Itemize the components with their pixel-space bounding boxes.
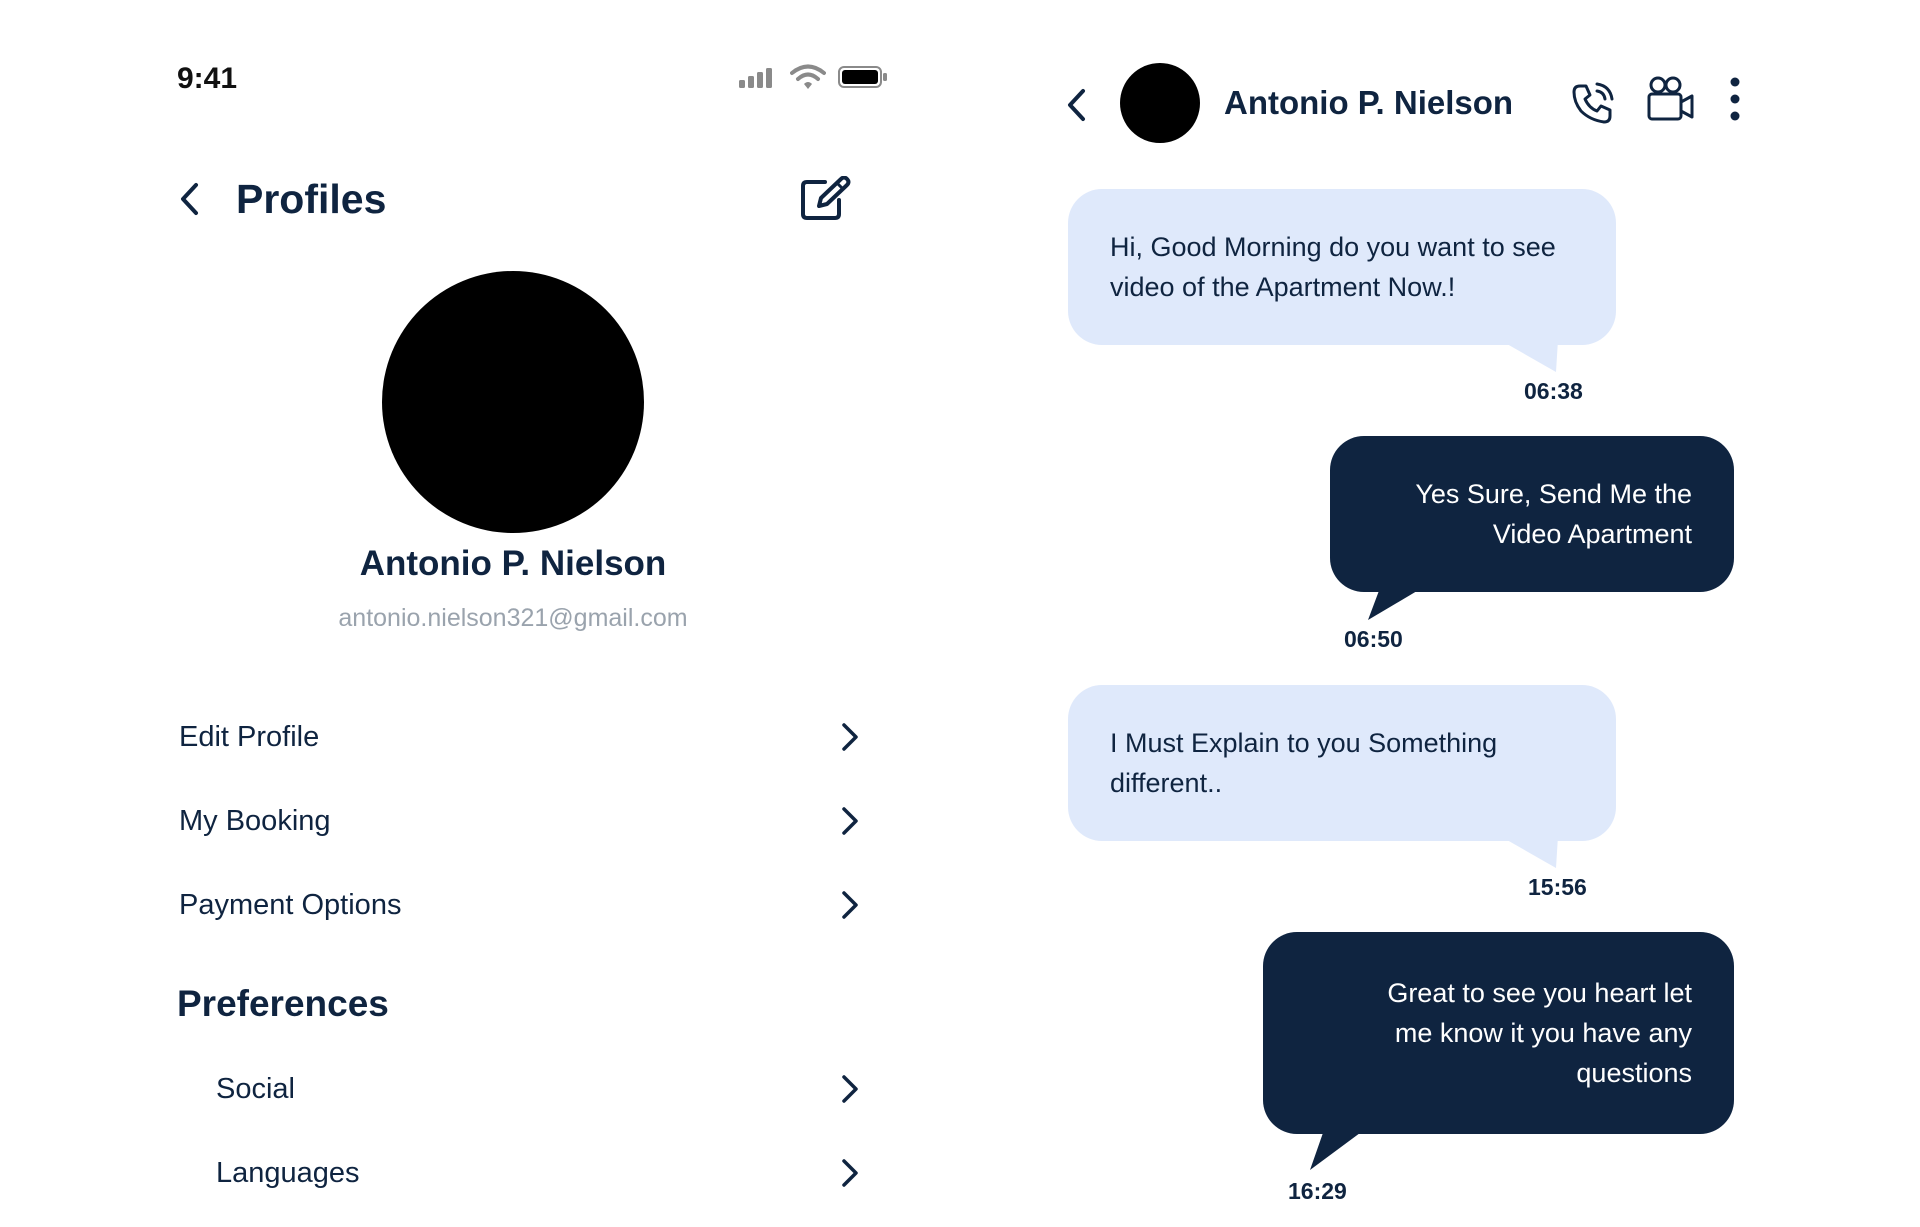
preferences-title: Preferences <box>177 983 389 1024</box>
wifi-icon <box>790 64 826 89</box>
signal-icon <box>739 68 772 88</box>
message-line: questions <box>1576 1058 1692 1088</box>
message-line: me know it you have any <box>1394 1018 1692 1048</box>
menu-item-label: My Booking <box>179 804 331 837</box>
message-bubble-incoming[interactable]: Hi, Good Morning do you want to see vide… <box>1068 189 1616 345</box>
message-text: Hi, Good Morning do you want to see vide… <box>1110 227 1556 307</box>
page-title: Profiles <box>236 176 387 222</box>
message-line: Hi, Good Morning do you want to see <box>1110 232 1556 262</box>
message-line: video of the Apartment Now.! <box>1110 272 1456 302</box>
profile-name: Antonio P. Nielson <box>359 544 667 583</box>
back-icon[interactable] <box>176 180 204 218</box>
menu-item-label: Payment Options <box>179 888 402 921</box>
contact-name: Antonio P. Nielson <box>1224 84 1514 121</box>
more-vertical-icon[interactable] <box>1728 76 1742 122</box>
message-time: 15:56 <box>1528 874 1587 900</box>
message-text: I Must Explain to you Something differen… <box>1110 723 1497 803</box>
menu-item-label: Social <box>216 1072 295 1105</box>
bubble-tail <box>1368 588 1422 620</box>
message-bubble-outgoing[interactable]: Yes Sure, Send Me the Video Apartment <box>1330 436 1734 592</box>
menu-item-languages[interactable]: Languages <box>216 1148 859 1198</box>
message-line: I Must Explain to you Something <box>1110 728 1498 758</box>
bubble-tail <box>1500 836 1558 868</box>
message-time: 06:38 <box>1524 378 1583 404</box>
profile-email: antonio.nielson321@gmail.com <box>338 604 688 632</box>
menu-item-my-booking[interactable]: My Booking <box>179 796 859 846</box>
message-time: 16:29 <box>1288 1178 1347 1204</box>
back-icon[interactable] <box>1064 86 1090 124</box>
status-icons <box>738 64 888 90</box>
menu-item-edit-profile[interactable]: Edit Profile <box>179 712 859 762</box>
menu-item-payment-options[interactable]: Payment Options <box>179 880 859 930</box>
message-text: Yes Sure, Send Me the Video Apartment <box>1415 474 1692 554</box>
message-bubble-outgoing[interactable]: Great to see you heart let me know it yo… <box>1263 932 1734 1134</box>
status-time: 9:41 <box>177 62 238 95</box>
battery-icon <box>838 66 887 88</box>
message-bubble-incoming[interactable]: I Must Explain to you Something differen… <box>1068 685 1616 841</box>
message-time: 06:50 <box>1344 626 1403 652</box>
message-line: Video Apartment <box>1492 519 1692 549</box>
message-line: different.. <box>1110 768 1223 798</box>
bubble-tail <box>1500 340 1558 372</box>
chevron-right-icon <box>842 1075 858 1103</box>
message-line: Yes Sure, Send Me the <box>1415 479 1692 509</box>
avatar[interactable] <box>382 271 644 533</box>
menu-item-label: Languages <box>216 1156 360 1189</box>
chevron-right-icon <box>842 1159 858 1187</box>
message-text: Great to see you heart let me know it yo… <box>1387 973 1692 1093</box>
message-line: Great to see you heart let <box>1387 978 1692 1008</box>
bubble-tail <box>1310 1130 1364 1170</box>
menu-item-label: Edit Profile <box>179 720 320 753</box>
edit-icon[interactable] <box>799 176 851 222</box>
menu-item-social[interactable]: Social <box>216 1064 859 1114</box>
chevron-right-icon <box>842 723 858 751</box>
contact-avatar[interactable] <box>1120 63 1200 143</box>
chevron-right-icon <box>842 807 858 835</box>
phone-call-icon[interactable] <box>1570 80 1616 126</box>
video-call-icon[interactable] <box>1646 76 1696 122</box>
chevron-right-icon <box>842 891 858 919</box>
